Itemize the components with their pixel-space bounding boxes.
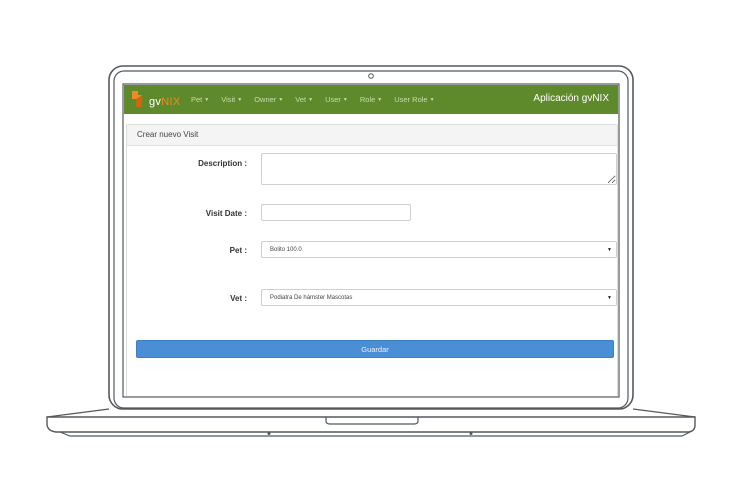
- visit-date-input[interactable]: [261, 204, 411, 221]
- nav-item-user[interactable]: User ▼: [325, 95, 348, 104]
- save-button[interactable]: Guardar: [136, 340, 614, 358]
- dropdown-arrow-icon: ▼: [607, 247, 612, 253]
- nav-item-pet[interactable]: Pet ▼: [191, 95, 209, 104]
- dropdown-arrow-icon: ▼: [607, 295, 612, 301]
- pet-label: Pet :: [229, 246, 247, 255]
- chevron-down-icon: ▼: [278, 97, 284, 103]
- nav-item-vet[interactable]: Vet ▼: [295, 95, 313, 104]
- vet-select[interactable]: Podiatra De hámster Mascotas ▼: [261, 289, 617, 306]
- chevron-down-icon: ▼: [342, 97, 348, 103]
- chevron-down-icon: ▼: [377, 97, 383, 103]
- chevron-down-icon: ▼: [237, 97, 243, 103]
- pet-select[interactable]: Bolito 100.0 ▼: [261, 241, 617, 258]
- brand-logo[interactable]: gvNIX: [130, 89, 182, 111]
- description-label: Description :: [198, 159, 247, 168]
- nav-menu: Pet ▼ Visit ▼ Owner ▼ Vet ▼ User ▼ Role ▼ User…: [191, 85, 447, 114]
- gvnix-logo-icon: [132, 91, 142, 107]
- brand-text: gvNIX: [149, 96, 181, 108]
- description-textarea[interactable]: [261, 153, 617, 185]
- nav-item-visit[interactable]: Visit ▼: [221, 95, 242, 104]
- nav-item-role[interactable]: Role ▼: [360, 95, 382, 104]
- panel-title: Crear nuevo Visit: [127, 125, 617, 146]
- chevron-down-icon: ▼: [204, 97, 210, 103]
- app-screen: gvNIX Pet ▼ Visit ▼ Owner ▼ Vet ▼ User ▼ Role…: [124, 85, 618, 396]
- nav-item-owner[interactable]: Owner ▼: [254, 95, 283, 104]
- top-navbar: gvNIX Pet ▼ Visit ▼ Owner ▼ Vet ▼ User ▼ Role…: [124, 85, 618, 114]
- pet-select-value: Bolito 100.0: [270, 247, 302, 253]
- nav-item-user-role[interactable]: User Role ▼: [394, 95, 434, 104]
- chevron-down-icon: ▼: [429, 97, 435, 103]
- visit-date-label: Visit Date :: [205, 209, 247, 218]
- app-title: Aplicación gvNIX: [533, 93, 609, 104]
- vet-select-value: Podiatra De hámster Mascotas: [270, 295, 353, 301]
- vet-label: Vet :: [230, 294, 247, 303]
- chevron-down-icon: ▼: [308, 97, 314, 103]
